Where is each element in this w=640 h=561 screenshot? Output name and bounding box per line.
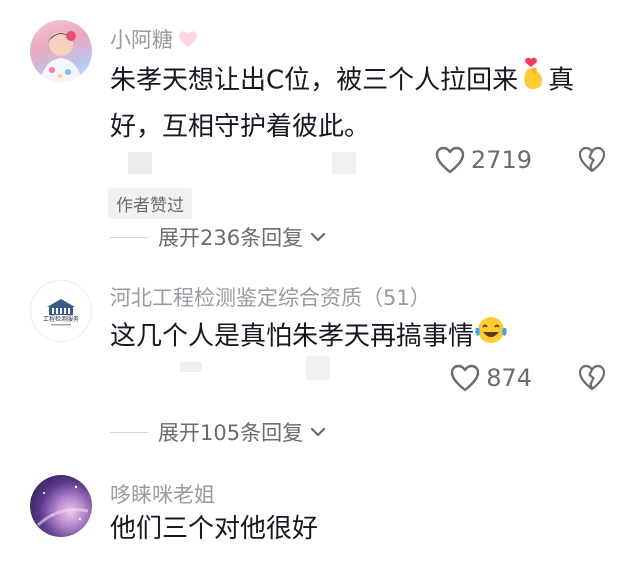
avatar[interactable]: 工程检测服务 xyxy=(30,280,92,342)
comment-text: 他们三个对他很好 xyxy=(110,514,319,544)
heart-sticker-icon xyxy=(177,29,199,53)
expand-replies-label: 展开105条回复 xyxy=(158,421,304,445)
heart-icon xyxy=(450,364,480,392)
divider xyxy=(110,431,148,433)
like-button[interactable]: 2719 xyxy=(435,146,532,174)
actions: 2719 xyxy=(435,146,606,174)
comment-text: 这几个人是真怕朱孝天再搞事情 xyxy=(110,314,600,360)
heart-icon xyxy=(435,146,465,174)
username[interactable]: 小阿糖 xyxy=(110,24,199,54)
comment-text: 朱孝天想让出C位，被三个人拉回来真 好，互相守护着彼此。 xyxy=(110,57,600,149)
laughing-tears-icon xyxy=(474,314,508,360)
expand-replies-label: 展开236条回复 xyxy=(158,226,304,250)
like-count: 874 xyxy=(486,364,532,392)
comment-2: 工程检测服务 河北工程检测鉴定综合资质（51） 这几个人是真怕朱孝天再搞事情 8… xyxy=(0,270,640,450)
expand-replies-button[interactable]: 展开105条回复 xyxy=(110,417,327,447)
faint-meta xyxy=(306,356,330,380)
avatar[interactable] xyxy=(30,20,92,82)
avatar-text: 工程检测服务 xyxy=(43,315,79,323)
chevron-down-icon xyxy=(310,427,326,437)
faint-meta xyxy=(180,362,202,372)
expand-replies-button[interactable]: 展开236条回复 xyxy=(110,222,327,252)
like-button[interactable]: 874 xyxy=(450,364,532,392)
username[interactable]: 哆睐咪老姐 xyxy=(110,479,215,509)
actions: 874 xyxy=(450,364,606,392)
comment-3: 哆睐咪老姐 他们三个对他很好 xyxy=(0,465,640,561)
faint-meta xyxy=(128,152,152,174)
like-count: 2719 xyxy=(470,146,532,174)
dislike-icon[interactable] xyxy=(578,146,606,174)
dislike-icon[interactable] xyxy=(578,364,606,392)
divider xyxy=(110,236,148,238)
finger-heart-icon xyxy=(518,57,548,105)
avatar[interactable] xyxy=(30,475,92,537)
author-liked-badge: 作者赞过 xyxy=(108,188,192,219)
faint-meta xyxy=(332,152,356,174)
chevron-down-icon xyxy=(310,232,326,242)
comment-1: 小阿糖 朱孝天想让出C位，被三个人拉回来真 好，互相守护着彼此。 2719 作者… xyxy=(0,0,640,255)
username[interactable]: 河北工程检测鉴定综合资质（51） xyxy=(110,282,431,312)
